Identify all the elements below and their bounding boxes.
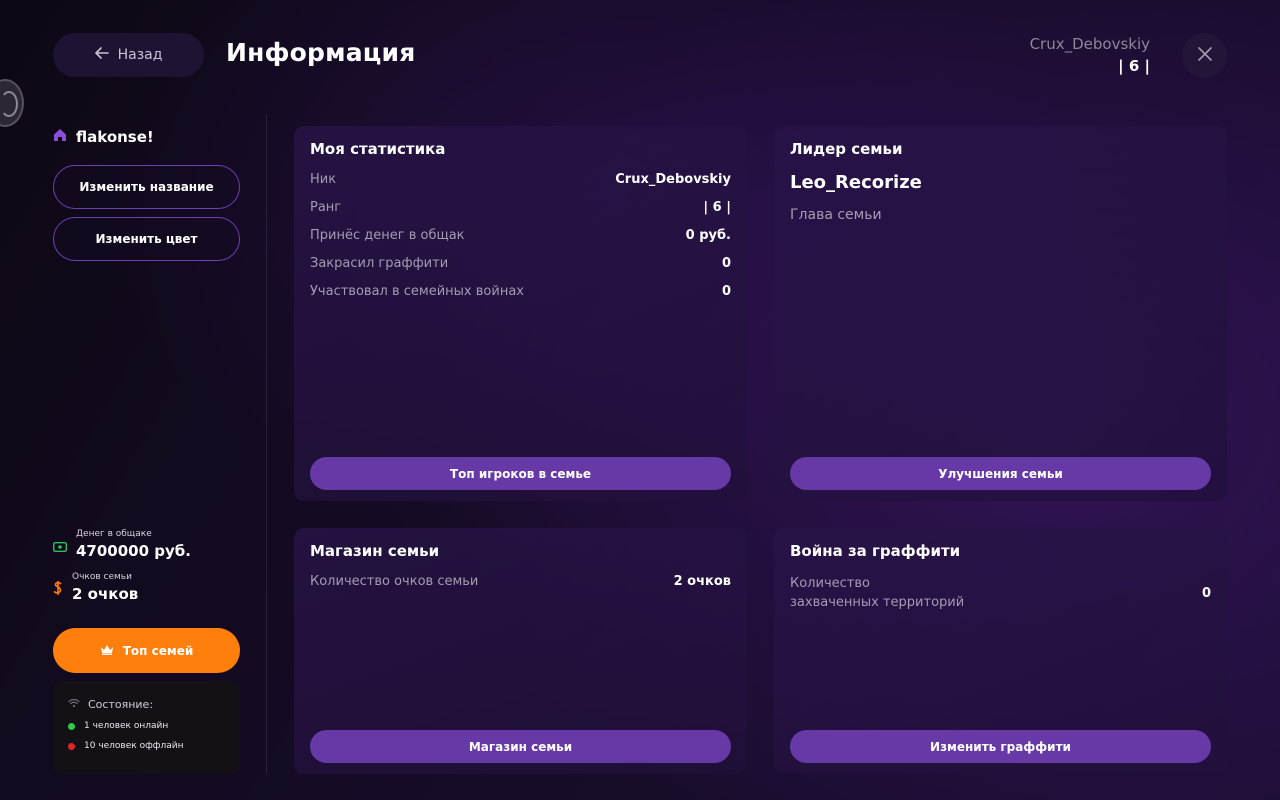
sidebar-divider	[266, 114, 267, 774]
territories-key-line1: Количество	[790, 576, 870, 591]
family-shop-button[interactable]: Магазин семьи	[310, 730, 731, 763]
stat-key: Принёс денег в общак	[310, 228, 465, 243]
family-name: flakonse!	[53, 128, 154, 146]
back-button[interactable]: Назад	[53, 33, 204, 77]
family-name-label: flakonse!	[76, 128, 154, 146]
leader-name: Leo_Recorize	[790, 172, 922, 193]
offline-count: 10 человек оффлайн	[84, 741, 184, 751]
change-graffiti-button[interactable]: Изменить граффити	[790, 730, 1211, 763]
back-label: Назад	[117, 47, 163, 63]
wifi-icon	[68, 698, 80, 711]
shop-points-key: Количество очков семьи	[310, 574, 479, 589]
online-row: 1 человек онлайн	[68, 721, 225, 731]
change-color-button[interactable]: Изменить цвет	[53, 217, 240, 261]
stat-value: 0	[721, 256, 731, 271]
stat-row-graffiti: Закрасил граффити 0	[310, 256, 731, 271]
stat-value: | 6 |	[703, 200, 731, 215]
close-icon	[1197, 46, 1212, 65]
cash-icon	[52, 537, 68, 556]
status-title: Состояние:	[88, 698, 154, 711]
header-username: Crux_Debovskiy	[1029, 35, 1150, 53]
points-value: 2 очков	[72, 585, 139, 603]
stat-row-money: Принёс денег в общак 0 руб.	[310, 228, 731, 243]
my-stats-title: Моя статистика	[310, 140, 446, 158]
leader-title: Лидер семьи	[790, 140, 903, 158]
shop-points-row: Количество очков семьи 2 очков	[310, 574, 731, 589]
status-header: Состояние:	[68, 698, 225, 711]
territories-key-line2: захваченных территорий	[790, 595, 965, 610]
rename-button[interactable]: Изменить название	[53, 165, 240, 209]
offline-dot	[68, 742, 75, 750]
header-rank: | 6 |	[1118, 57, 1150, 75]
stat-row-wars: Участвовал в семейных войнах 0	[310, 284, 731, 299]
leader-role: Глава семьи	[790, 207, 882, 223]
shop-points-value: 2 очков	[673, 574, 731, 589]
currency-icon	[53, 580, 63, 599]
stat-value: 0	[721, 284, 731, 299]
stat-key: Участвовал в семейных войнах	[310, 284, 524, 299]
shop-title: Магазин семьи	[310, 542, 440, 560]
offline-row: 10 человек оффлайн	[68, 741, 225, 751]
stat-row-rank: Ранг | 6 |	[310, 200, 731, 215]
stat-value: 0 руб.	[685, 228, 731, 243]
money-label: Денег в общаке	[76, 529, 152, 539]
family-upgrades-button[interactable]: Улучшения семьи	[790, 457, 1211, 490]
home-icon	[53, 128, 67, 146]
territories-key: Количество захваченных территорий	[790, 574, 964, 612]
page-title: Информация	[226, 38, 416, 67]
my-stats-card: Моя статистика Ник Crux_Debovskiy Ранг |…	[294, 126, 747, 501]
status-panel: Состояние: 1 человек онлайн 10 человек о…	[53, 681, 240, 774]
top-players-button[interactable]: Топ игроков в семье	[310, 457, 731, 490]
online-count: 1 человек онлайн	[84, 721, 169, 731]
money-value: 4700000 руб.	[76, 542, 191, 560]
online-dot	[68, 722, 75, 730]
money-stat: Денег в общаке 4700000 руб.	[52, 529, 191, 560]
stat-key: Закрасил граффити	[310, 256, 449, 271]
graffiti-war-card: Война за граффити Количество захваченных…	[774, 528, 1227, 774]
close-button[interactable]	[1182, 33, 1227, 78]
stat-key: Ранг	[310, 200, 342, 215]
points-label: Очков семьи	[72, 572, 132, 582]
top-families-label: Топ семей	[122, 643, 194, 658]
family-shop-card: Магазин семьи Количество очков семьи 2 о…	[294, 528, 747, 774]
territories-row: Количество захваченных территорий 0	[790, 574, 1211, 612]
help-icon[interactable]	[0, 79, 24, 127]
stat-value: Crux_Debovskiy	[615, 172, 731, 187]
graffiti-title: Война за граффити	[790, 542, 961, 560]
stat-row-nick: Ник Crux_Debovskiy	[310, 172, 731, 187]
territories-value: 0	[1201, 585, 1211, 601]
top-families-button[interactable]: Топ семей	[53, 628, 240, 673]
crown-icon	[100, 644, 114, 658]
arrow-left-icon	[94, 47, 109, 63]
stat-key: Ник	[310, 172, 337, 187]
points-stat: Очков семьи 2 очков	[53, 572, 138, 603]
leader-card: Лидер семьи Leo_Recorize Глава семьи Улу…	[774, 126, 1227, 501]
header-user: Crux_Debovskiy | 6 |	[1030, 35, 1150, 75]
